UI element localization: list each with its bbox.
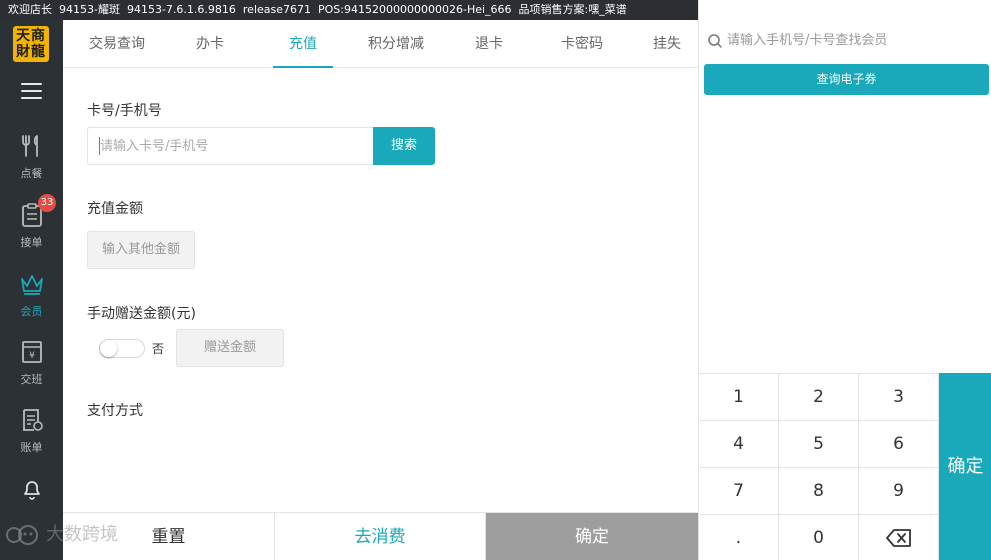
- bell-icon: [23, 481, 40, 500]
- pos-text: POS:94152000000000026-Hei_666: [318, 3, 512, 16]
- menu-icon[interactable]: [21, 83, 42, 101]
- status-info: 欢迎店长 94153-耀斑 94153-7.6.1.6.9816 release…: [8, 0, 627, 20]
- nav-label-orders: 接单: [20, 236, 43, 249]
- key-5[interactable]: 5: [779, 420, 859, 467]
- card-label: 卡号/手机号: [87, 103, 162, 119]
- go-consume-button[interactable]: 去消费: [274, 513, 486, 560]
- member-search-placeholder: 请输入手机号/卡号查找会员: [727, 33, 888, 48]
- query-coupon-button[interactable]: 查询电子券: [704, 64, 989, 95]
- nav-item-orders-received[interactable]: 33 接单: [0, 194, 63, 262]
- key-2[interactable]: 2: [779, 373, 859, 420]
- search-button[interactable]: 搜索: [373, 127, 435, 165]
- tab-refund-card[interactable]: 退卡: [459, 20, 519, 68]
- gift-label: 手动赠送金额(元): [87, 306, 196, 322]
- orders-badge: 33: [38, 194, 56, 212]
- bottom-action-bar: 重置 去消费 确定: [63, 512, 698, 560]
- nav-item-bill[interactable]: 账单: [0, 407, 63, 467]
- search-icon: [708, 34, 722, 48]
- key-dot[interactable]: .: [699, 514, 779, 560]
- logo-line-2: 財龍: [16, 44, 46, 60]
- watermark: 大数跨境: [6, 520, 118, 547]
- tab-transaction-query[interactable]: 交易查询: [85, 20, 149, 68]
- toggle-knob: [100, 340, 117, 357]
- watermark-logo-icon: [6, 525, 38, 545]
- welcome-text: 欢迎店长: [8, 3, 52, 16]
- other-amount-input[interactable]: 输入其他金额: [87, 231, 195, 269]
- date-text: 2022-10-27: [709, 3, 773, 16]
- svg-text:¥: ¥: [29, 351, 35, 361]
- nav-label-member: 会员: [20, 305, 43, 318]
- logo-line-1: 天商: [16, 28, 46, 44]
- key-4[interactable]: 4: [699, 420, 779, 467]
- tab-report-loss[interactable]: 挂失: [647, 20, 687, 68]
- crown-icon: [20, 275, 43, 295]
- utensils-icon: [21, 135, 38, 157]
- version-text: 94153-7.6.1.6.9816: [126, 3, 236, 16]
- key-8[interactable]: 8: [779, 467, 859, 514]
- nav-label-order: 点餐: [20, 167, 43, 180]
- status-bar: 欢迎店长 94153-耀斑 94153-7.6.1.6.9816 release…: [0, 0, 991, 540]
- backspace-icon: [885, 529, 911, 547]
- key-7[interactable]: 7: [699, 467, 779, 514]
- key-1[interactable]: 1: [699, 373, 779, 420]
- key-3[interactable]: 3: [859, 373, 939, 420]
- gift-toggle[interactable]: [99, 339, 145, 358]
- payment-label: 支付方式: [87, 403, 143, 419]
- tab-recharge[interactable]: 充值: [273, 20, 333, 69]
- watermark-text: 大数跨境: [46, 524, 118, 545]
- tab-points-adjust[interactable]: 积分增减: [361, 20, 431, 68]
- nav-label-shift: 交班: [20, 373, 43, 386]
- left-nav: 天商 財龍 点餐 33 接单 会员 ¥ 交班 账单: [0, 20, 63, 560]
- recharge-form: 卡号/手机号 请输入卡号/手机号 搜索 充值金额 输入其他金额 手动赠送金额(元…: [63, 68, 698, 512]
- weekday-text: 星期四: [786, 3, 820, 16]
- card-input[interactable]: 请输入卡号/手机号: [87, 127, 374, 165]
- bill-icon: [22, 409, 43, 431]
- tab-card-password[interactable]: 卡密码: [549, 20, 615, 68]
- nav-label-bill: 账单: [20, 441, 43, 454]
- gift-amount-input[interactable]: 赠送金额: [176, 329, 284, 367]
- release-text: release7671: [242, 3, 312, 16]
- key-9[interactable]: 9: [859, 467, 939, 514]
- time-text: 17:12: [832, 3, 865, 16]
- numeric-keypad: 1 2 3 4 5 6 7 8 9 . 0 确定: [699, 373, 991, 560]
- store-name: 94153-耀斑: [59, 3, 120, 16]
- key-backspace[interactable]: [859, 514, 939, 560]
- member-panel: 请输入手机号/卡号查找会员 查询电子券 1 2 3 4 5 6 7 8 9 . …: [698, 20, 991, 560]
- key-6[interactable]: 6: [859, 420, 939, 467]
- nav-item-member[interactable]: 会员: [0, 271, 63, 331]
- toggle-state-text: 否: [152, 342, 165, 356]
- plan-text: 品项销售方案:嘿_菜谱: [518, 3, 627, 16]
- keypad-confirm-button[interactable]: 确定: [939, 373, 991, 560]
- tab-bar: 交易查询 办卡 充值 积分增减 退卡 卡密码 挂失: [63, 20, 698, 69]
- nav-item-shift[interactable]: ¥ 交班: [0, 339, 63, 399]
- nav-item-order[interactable]: 点餐: [0, 133, 63, 193]
- amount-label: 充值金额: [87, 201, 143, 217]
- member-search-input[interactable]: 请输入手机号/卡号查找会员: [705, 28, 985, 54]
- app-root: 欢迎店长 94153-耀斑 94153-7.6.1.6.9816 release…: [0, 0, 991, 560]
- brand-logo: 天商 財龍: [13, 26, 49, 62]
- key-0[interactable]: 0: [779, 514, 859, 560]
- card-placeholder: 请输入卡号/手机号: [100, 139, 209, 154]
- tab-issue-card[interactable]: 办卡: [181, 20, 239, 68]
- confirm-button[interactable]: 确定: [486, 513, 698, 560]
- cash-drawer-icon: ¥: [21, 341, 42, 363]
